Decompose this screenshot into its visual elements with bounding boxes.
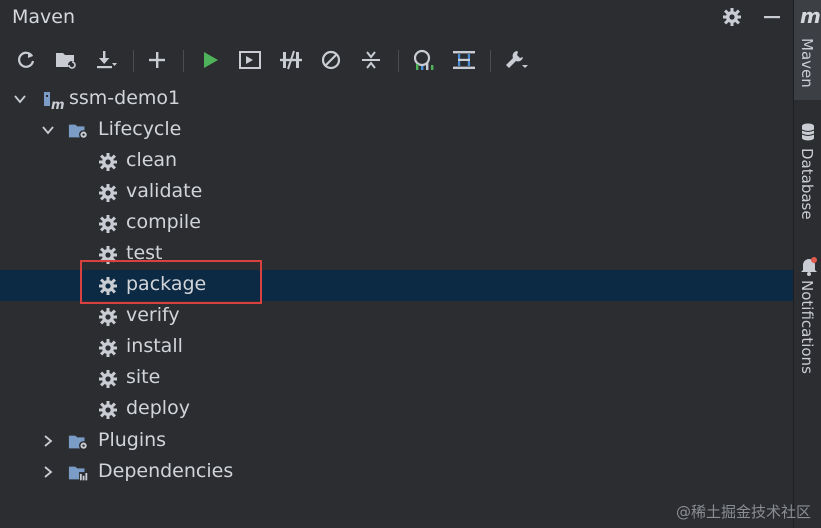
tree-goal-verify[interactable]: verify [0, 301, 793, 332]
add-maven-project-icon[interactable] [52, 46, 80, 74]
chevron-right-icon[interactable] [39, 432, 57, 450]
tab-database[interactable]: Database [794, 118, 821, 228]
goal-label: validate [126, 180, 203, 202]
toolbar [0, 40, 793, 80]
gear-icon [97, 151, 119, 173]
maven-logo: m [800, 4, 821, 28]
gear-icon [97, 337, 119, 359]
bell-icon [800, 256, 818, 280]
goal-label: install [126, 335, 183, 357]
tree-goal-deploy[interactable]: deploy [0, 394, 793, 425]
toolbar-separator [490, 50, 491, 72]
chevron-down-icon[interactable] [39, 121, 57, 139]
toolbar-separator [183, 50, 184, 72]
goal-label: site [126, 366, 161, 388]
gear-icon [97, 306, 119, 328]
goal-label: deploy [126, 397, 190, 419]
maven-panel: Maven m ssm-demo1 Lifecycle clean valida… [0, 0, 793, 528]
tree-goal-validate[interactable]: validate [0, 177, 793, 208]
gear-icon [97, 368, 119, 390]
lifecycle-folder-icon [68, 120, 90, 142]
toolbar-separator [398, 50, 399, 72]
project-label: ssm-demo1 [69, 87, 181, 109]
tree-node-plugins[interactable]: Plugins [0, 426, 793, 457]
toggle-offline-icon[interactable] [277, 46, 305, 74]
collapse-all-icon[interactable] [357, 46, 385, 74]
maven-settings-icon[interactable] [502, 46, 530, 74]
watermark: @稀土掘金技术社区 [675, 503, 811, 521]
chevron-down-icon[interactable] [11, 90, 29, 108]
plugins-folder-icon [68, 431, 90, 453]
tree-goal-site[interactable]: site [0, 363, 793, 394]
database-icon [800, 122, 816, 146]
tool-window-bar: m Maven Database Notifications [793, 0, 821, 528]
maven-project-icon: m [42, 89, 64, 111]
show-diagram-icon[interactable] [450, 46, 478, 74]
tree-node-project[interactable]: m ssm-demo1 [0, 84, 793, 115]
tree-node-dependencies[interactable]: Dependencies [0, 457, 793, 488]
analyze-dependencies-icon[interactable] [409, 46, 437, 74]
tree-goal-clean[interactable]: clean [0, 146, 793, 177]
goal-label: compile [126, 211, 201, 233]
chevron-right-icon[interactable] [39, 463, 57, 481]
panel-header: Maven [0, 0, 793, 36]
gear-icon [97, 182, 119, 204]
minus-icon[interactable] [760, 5, 784, 29]
gear-icon [97, 213, 119, 235]
goal-label: clean [126, 149, 178, 171]
tab-notifications-label: Notifications [798, 280, 816, 374]
skip-tests-icon[interactable] [317, 46, 345, 74]
plugins-label: Plugins [98, 429, 167, 451]
gear-icon[interactable] [720, 5, 744, 29]
goal-label: verify [126, 304, 180, 326]
tree-goal-install[interactable]: install [0, 332, 793, 363]
tab-database-label: Database [798, 148, 816, 220]
tree-goal-compile[interactable]: compile [0, 208, 793, 239]
add-icon[interactable] [143, 46, 171, 74]
tree-node-lifecycle[interactable]: Lifecycle [0, 115, 793, 146]
tab-maven[interactable]: m Maven [794, 0, 821, 100]
panel-title: Maven [12, 6, 76, 28]
svg-text:m: m [51, 98, 64, 111]
highlight-box [80, 260, 262, 304]
lifecycle-label: Lifecycle [98, 118, 182, 140]
tab-notifications[interactable]: Notifications [794, 252, 821, 392]
toolbar-separator [133, 50, 134, 72]
dependencies-folder-icon [68, 462, 90, 484]
download-sources-icon[interactable] [92, 46, 120, 74]
tab-maven-label: Maven [798, 38, 816, 88]
dependencies-label: Dependencies [98, 460, 234, 482]
gear-icon [97, 399, 119, 421]
execute-goal-icon[interactable] [236, 46, 264, 74]
run-icon[interactable] [196, 46, 224, 74]
reload-icon[interactable] [12, 46, 40, 74]
